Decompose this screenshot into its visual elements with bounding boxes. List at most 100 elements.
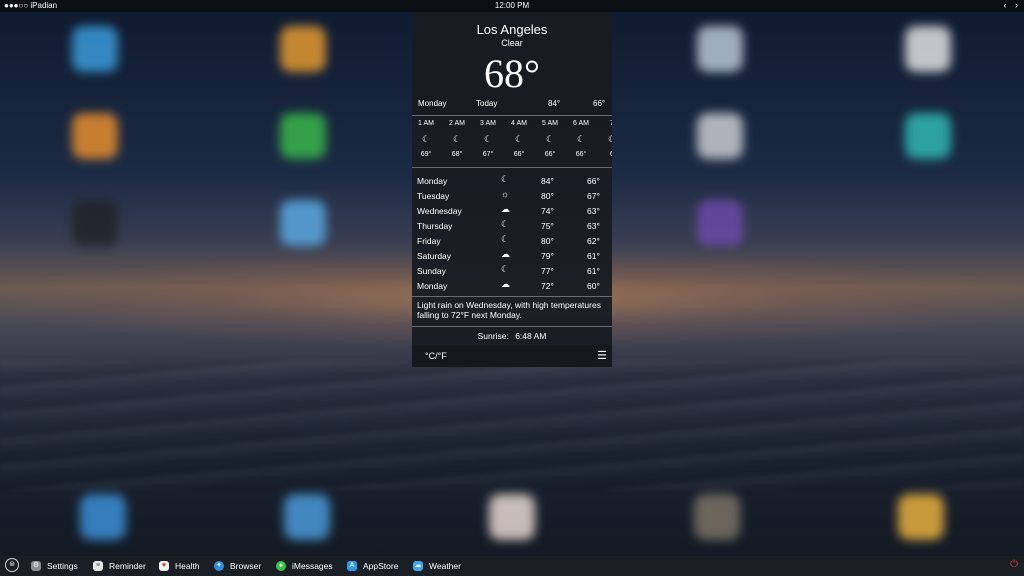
- taskbar-item-settings[interactable]: ⚙ Settings: [31, 556, 78, 576]
- taskbar-label: iMessages: [292, 561, 333, 571]
- daily-day: Monday: [417, 176, 448, 186]
- taskbar-label: AppStore: [363, 561, 399, 571]
- weather-icon: ☁: [413, 561, 423, 571]
- menu-icon[interactable]: ☰: [597, 349, 607, 362]
- status-time: 12:00 PM: [494, 1, 530, 10]
- daily-day: Thursday: [417, 221, 453, 231]
- daily-day: Tuesday: [417, 191, 450, 201]
- blurred-app-icon: [697, 113, 743, 159]
- moon-icon: ☾: [545, 134, 555, 144]
- list-icon: ≡: [93, 561, 103, 571]
- moon-icon: ☾: [501, 174, 510, 184]
- weather-panel: Los Angeles Clear 68° Monday Today 84° 6…: [412, 12, 612, 367]
- units-toggle-button[interactable]: °C/°F: [425, 351, 447, 361]
- sunrise-time: 6:48 AM: [515, 331, 547, 341]
- cloud-icon: ☁: [501, 204, 510, 214]
- daily-low: 63°: [587, 206, 600, 216]
- blurred-app-icon: [72, 200, 118, 246]
- hourly-forecast[interactable]: 1 AM ☾ 69° 2 AM ☾ 68° 3 AM ☾ 67° 4 AM ☾ …: [412, 115, 612, 167]
- taskbar-item-appstore[interactable]: A AppStore: [347, 556, 398, 576]
- blurred-app-icon: [72, 26, 118, 72]
- taskbar-label: Health: [175, 561, 200, 571]
- home-button-icon[interactable]: ⊜: [5, 558, 19, 572]
- daily-row: Tuesday ☼ 80° 67°: [417, 189, 607, 204]
- chat-icon: ●: [276, 561, 286, 571]
- moon-icon: ☾: [421, 134, 431, 144]
- daily-day: Wednesday: [417, 206, 462, 216]
- hour-time: 4 AM: [511, 120, 527, 127]
- blurred-app-icon: [697, 26, 743, 72]
- daily-row: Saturday ☁ 79° 61°: [417, 249, 607, 264]
- weather-footer: °C/°F ☰: [412, 345, 612, 367]
- hour-time: 7: [598, 120, 612, 127]
- daily-low: 62°: [587, 236, 600, 246]
- power-icon[interactable]: ⏻: [1010, 559, 1018, 570]
- blurred-app-icon: [489, 494, 535, 540]
- forward-arrow-icon[interactable]: ›: [1015, 0, 1018, 10]
- daily-low: 61°: [587, 251, 600, 261]
- daily-low: 63°: [587, 221, 600, 231]
- blurred-app-icon: [694, 494, 740, 540]
- hour-temp: 66°: [544, 151, 556, 158]
- today-day: Monday: [418, 99, 447, 108]
- taskbar-item-browser[interactable]: ✦ Browser: [214, 556, 261, 576]
- taskbar-item-reminder[interactable]: ≡ Reminder: [93, 556, 146, 576]
- blurred-app-icon: [697, 200, 743, 246]
- compass-icon: ✦: [214, 561, 224, 571]
- blurred-app-icon: [898, 494, 944, 540]
- current-condition: Clear: [501, 38, 523, 48]
- daily-day: Friday: [417, 236, 441, 246]
- daily-low: 67°: [587, 191, 600, 201]
- taskbar-label: Weather: [429, 561, 461, 571]
- daily-low: 66°: [587, 176, 600, 186]
- today-high: 84°: [548, 99, 561, 108]
- moon-icon: ☾: [501, 234, 510, 244]
- divider: [412, 296, 612, 297]
- taskbar-item-weather[interactable]: ☁ Weather: [413, 556, 461, 576]
- divider: [412, 167, 612, 168]
- back-arrow-icon[interactable]: ‹: [1003, 0, 1006, 10]
- moon-icon: ☾: [607, 134, 612, 144]
- heart-icon: ♥: [159, 561, 169, 571]
- ocean-waves: [0, 360, 1024, 490]
- daily-row: Thursday ☾ 75° 63°: [417, 219, 607, 234]
- moon-icon: ☾: [452, 134, 462, 144]
- moon-icon: ☾: [483, 134, 493, 144]
- gear-icon: ⚙: [31, 561, 41, 571]
- divider: [412, 326, 612, 327]
- daily-high: 72°: [541, 281, 554, 291]
- taskbar-item-imessages[interactable]: ● iMessages: [276, 556, 333, 576]
- hour-temp: 69°: [420, 151, 432, 158]
- taskbar: ⊜ ⚙ Settings ≡ Reminder ♥ Health ✦ Brows…: [0, 556, 1024, 576]
- daily-high: 80°: [541, 236, 554, 246]
- hour-temp: 6: [598, 151, 612, 158]
- taskbar-item-health[interactable]: ♥ Health: [159, 556, 200, 576]
- hour-temp: 66°: [513, 151, 525, 158]
- blurred-app-icon: [280, 200, 326, 246]
- blurred-app-icon: [284, 494, 330, 540]
- daily-high: 79°: [541, 251, 554, 261]
- current-temperature: 68°: [484, 51, 540, 96]
- daily-high: 77°: [541, 266, 554, 276]
- hour-time: 2 AM: [449, 120, 465, 127]
- blurred-app-icon: [80, 494, 126, 540]
- daily-row: Friday ☾ 80° 62°: [417, 234, 607, 249]
- daily-day: Saturday: [417, 251, 452, 261]
- blurred-app-icon: [280, 26, 326, 72]
- moon-icon: ☾: [501, 264, 510, 274]
- sunrise-info: Sunrise: 6:48 AM: [412, 331, 612, 341]
- sun-icon: ☼: [501, 189, 510, 199]
- daily-low: 61°: [587, 266, 600, 276]
- taskbar-label: Browser: [230, 561, 262, 571]
- cloud-icon: ☁: [501, 279, 510, 289]
- blurred-app-icon: [905, 113, 951, 159]
- moon-icon: ☾: [514, 134, 524, 144]
- status-bar: ●●●○○ iPadian 12:00 PM ‹ ›: [0, 0, 1024, 12]
- moon-icon: ☾: [576, 134, 586, 144]
- taskbar-label: Settings: [47, 561, 78, 571]
- taskbar-label: Reminder: [109, 561, 146, 571]
- today-low: 66°: [593, 99, 606, 108]
- hour-temp: 66°: [575, 151, 587, 158]
- blurred-app-icon: [72, 113, 118, 159]
- daily-high: 80°: [541, 191, 554, 201]
